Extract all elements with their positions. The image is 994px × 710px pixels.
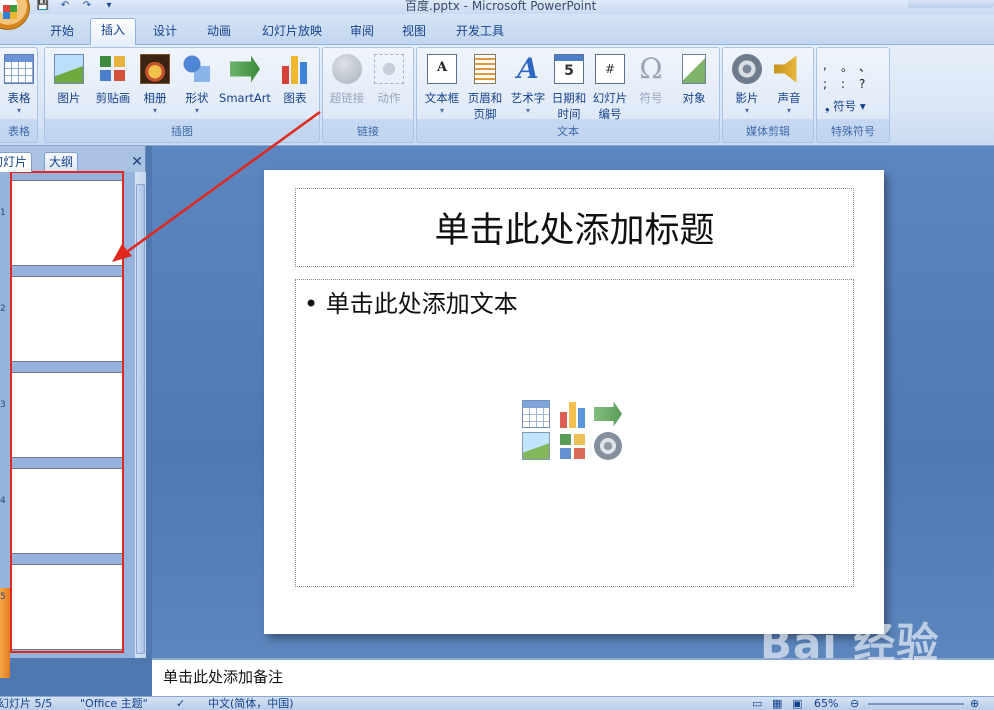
tab-insert[interactable]: 插入 bbox=[90, 18, 136, 45]
office-logo-icon bbox=[3, 5, 17, 19]
annotation-arrow-head bbox=[112, 244, 132, 262]
tab-slides[interactable]: 幻灯片 bbox=[0, 152, 33, 172]
annotation-arrow-line bbox=[123, 110, 321, 256]
annotation-arrow bbox=[112, 110, 321, 262]
